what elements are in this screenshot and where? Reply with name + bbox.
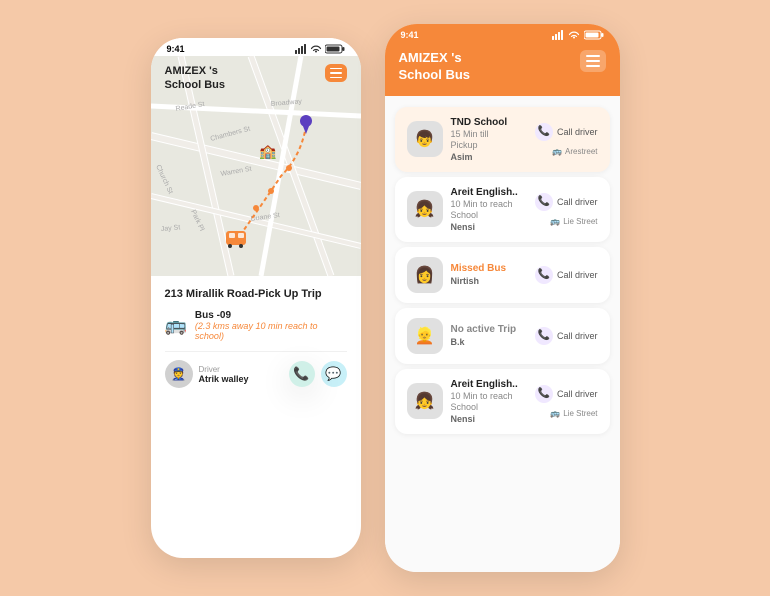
- driver-name: Atrik walley: [199, 374, 249, 384]
- svg-text:🏫: 🏫: [259, 143, 277, 160]
- bus-info: 🚌 Bus -09 (2.3 kms away 10 min reach to …: [165, 310, 347, 341]
- call-icon: 📞: [535, 193, 553, 211]
- list-area[interactable]: 👦 TND School 15 Min till Pickup Asim 📞 C…: [385, 96, 620, 572]
- location-badge: 🚌Arestreet: [552, 147, 597, 156]
- right-status-icons: [552, 30, 604, 40]
- action-icons: 📞 💬: [289, 361, 347, 387]
- driver-label: Driver: [199, 365, 249, 374]
- avatar: 👦: [407, 121, 443, 157]
- call-driver-button[interactable]: 📞 Call driver: [535, 266, 598, 284]
- phone-button[interactable]: 📞: [289, 361, 315, 387]
- bottom-name: B.k: [451, 337, 527, 347]
- driver-info: 👮 Driver Atrik walley: [165, 360, 249, 388]
- right-battery-icon: [584, 30, 604, 40]
- call-driver-button[interactable]: 📞 Call driver: [535, 123, 598, 141]
- call-driver-button[interactable]: 📞 Call driver: [535, 327, 598, 345]
- location-badge: 🚌Lie Street: [550, 409, 597, 418]
- call-icon: 📞: [535, 385, 553, 403]
- left-time: 9:41: [167, 44, 185, 54]
- right-signal-icon: [552, 30, 564, 40]
- list-item: 👧 Areit English.. 10 Min to reach School…: [395, 177, 610, 242]
- list-item: 👧 Areit English.. 10 Min to reach School…: [395, 369, 610, 434]
- card-sub2: School: [451, 210, 527, 220]
- left-bottom-content: 213 Mirallik Road-Pick Up Trip 🚌 Bus -09…: [151, 276, 361, 400]
- call-label: Call driver: [557, 331, 598, 341]
- card-name-missed: Missed Bus: [451, 263, 527, 274]
- card-sub1: 10 Min to reach: [451, 199, 527, 209]
- call-driver-button[interactable]: 📞 Call driver: [535, 193, 598, 211]
- card-name: Areit English..: [451, 187, 527, 198]
- call-icon: 📞: [535, 123, 553, 141]
- bus-distance: (2.3 kms away 10 min reach to school): [195, 321, 347, 341]
- bus-number: Bus -09: [195, 310, 347, 321]
- trip-title: 213 Mirallik Road-Pick Up Trip: [165, 288, 347, 300]
- call-driver-button[interactable]: 📞 Call driver: [535, 385, 598, 403]
- right-menu-button[interactable]: [580, 50, 606, 72]
- card-name-no-active: No active Trip: [451, 324, 527, 335]
- bus-emoji: 🚌: [165, 315, 187, 336]
- card-sub1: 10 Min to reach: [451, 391, 527, 401]
- card-sub2: Pickup: [451, 140, 527, 150]
- right-status-bar: 9:41: [385, 24, 620, 42]
- chat-button[interactable]: 💬: [321, 361, 347, 387]
- call-label: Call driver: [557, 270, 598, 280]
- card-sub2: School: [451, 402, 527, 412]
- call-label: Call driver: [557, 127, 598, 137]
- avatar: 👧: [407, 191, 443, 227]
- avatar: 👱: [407, 318, 443, 354]
- right-time: 9:41: [401, 30, 419, 40]
- bottom-name: Nensi: [451, 222, 527, 232]
- right-wifi-icon: [568, 31, 580, 40]
- avatar: 👩: [407, 257, 443, 293]
- card-name: TND School: [451, 117, 527, 128]
- signal-icon: [295, 44, 307, 54]
- card-info: TND School 15 Min till Pickup Asim: [451, 117, 527, 162]
- call-label: Call driver: [557, 389, 598, 399]
- call-icon: 📞: [535, 327, 553, 345]
- left-header-overlay: AMIZEX 's School Bus: [151, 56, 361, 101]
- list-item: 👩 Missed Bus Nirtish 📞 Call driver: [395, 247, 610, 303]
- left-status-bar: 9:41: [151, 38, 361, 56]
- driver-avatar: 👮: [165, 360, 193, 388]
- card-actions: 📞 Call driver 🚌Lie Street: [535, 385, 598, 418]
- map-area: Reade St Church St Chambers St Warren St…: [151, 56, 361, 276]
- left-menu-button[interactable]: [325, 64, 347, 82]
- list-item: 👱 No active Trip B.k 📞 Call driver: [395, 308, 610, 364]
- card-sub1: 15 Min till: [451, 129, 527, 139]
- wifi-icon: [310, 45, 322, 54]
- bus-details: Bus -09 (2.3 kms away 10 min reach to sc…: [195, 310, 347, 341]
- card-info: Areit English.. 10 Min to reach School N…: [451, 187, 527, 232]
- card-actions: 📞 Call driver 🚌Lie Street: [535, 193, 598, 226]
- bottom-name: Asim: [451, 152, 527, 162]
- right-app-title: AMIZEX 's School Bus: [399, 50, 471, 84]
- location-badge: 🚌Lie Street: [550, 217, 597, 226]
- driver-text: Driver Atrik walley: [199, 365, 249, 384]
- bottom-name: Nensi: [451, 414, 527, 424]
- list-item: 👦 TND School 15 Min till Pickup Asim 📞 C…: [395, 107, 610, 172]
- left-status-icons: [295, 44, 345, 54]
- right-header: AMIZEX 's School Bus: [385, 42, 620, 96]
- left-app-title: AMIZEX 's School Bus: [165, 64, 226, 93]
- left-phone: 9:41: [151, 38, 361, 558]
- card-info: Missed Bus Nirtish: [451, 263, 527, 286]
- call-icon: 📞: [535, 266, 553, 284]
- app-container: 9:41: [131, 4, 640, 592]
- card-actions: 📞 Call driver: [535, 266, 598, 284]
- driver-row: 👮 Driver Atrik walley 📞 💬: [165, 351, 347, 388]
- avatar: 👧: [407, 383, 443, 419]
- card-actions: 📞 Call driver: [535, 327, 598, 345]
- card-actions: 📞 Call driver 🚌Arestreet: [535, 123, 598, 156]
- right-phone: 9:41: [385, 24, 620, 572]
- card-info: No active Trip B.k: [451, 324, 527, 347]
- card-name: Areit English..: [451, 379, 527, 390]
- battery-icon: [325, 44, 345, 54]
- bottom-name: Nirtish: [451, 276, 527, 286]
- call-label: Call driver: [557, 197, 598, 207]
- card-info: Areit English.. 10 Min to reach School N…: [451, 379, 527, 424]
